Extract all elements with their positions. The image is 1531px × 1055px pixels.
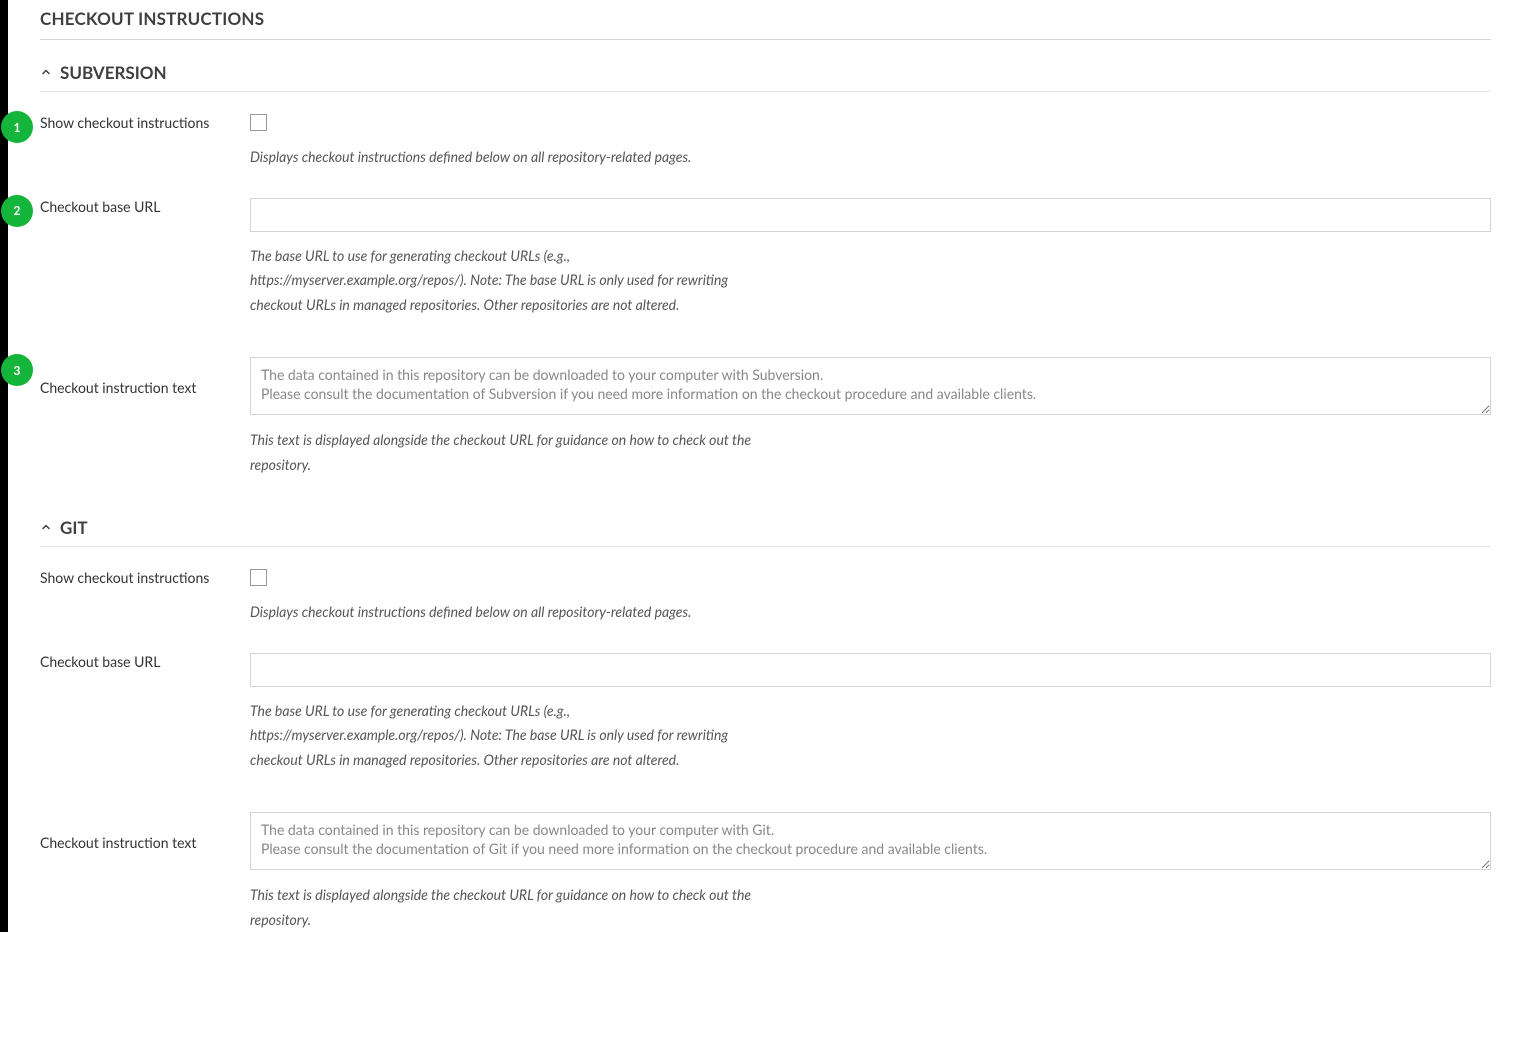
help-instructiontext-subversion: This text is displayed alongside the che…: [250, 428, 770, 477]
field-show-checkout-git: Show checkout instructions Displays chec…: [40, 569, 1491, 625]
help-show-checkout-subversion: Displays checkout instructions defined b…: [250, 145, 770, 170]
section-header-git[interactable]: GIT: [40, 517, 1491, 547]
input-baseurl-subversion[interactable]: [250, 198, 1491, 232]
help-show-checkout-git: Displays checkout instructions defined b…: [250, 600, 770, 625]
field-instructiontext-git: Checkout instruction text This text is d…: [40, 812, 1491, 932]
chevron-up-icon: [40, 521, 52, 535]
field-show-checkout-subversion: 1 Show checkout instructions Displays ch…: [40, 114, 1491, 170]
label-show-checkout: Show checkout instructions: [40, 569, 250, 625]
label-instructiontext: Checkout instruction text: [40, 812, 250, 932]
field-instructiontext-subversion: 3 Checkout instruction text This text is…: [40, 357, 1491, 477]
step-badge-2: 2: [1, 195, 33, 227]
help-instructiontext-git: This text is displayed alongside the che…: [250, 883, 770, 932]
help-baseurl-git: The base URL to use for generating check…: [250, 699, 770, 773]
input-baseurl-git[interactable]: [250, 653, 1491, 687]
help-baseurl-subversion: The base URL to use for generating check…: [250, 244, 770, 318]
step-badge-1: 1: [1, 111, 33, 143]
section-header-subversion[interactable]: SUBVERSION: [40, 62, 1491, 92]
label-show-checkout: Show checkout instructions: [40, 114, 250, 170]
page-title: CHECKOUT INSTRUCTIONS: [40, 8, 1491, 40]
section-title: SUBVERSION: [60, 62, 167, 83]
label-baseurl: Checkout base URL: [40, 198, 250, 318]
step-badge-3: 3: [1, 354, 33, 386]
label-baseurl: Checkout base URL: [40, 653, 250, 773]
field-baseurl-git: Checkout base URL The base URL to use fo…: [40, 653, 1491, 773]
label-instructiontext: Checkout instruction text: [40, 357, 250, 477]
section-title: GIT: [60, 517, 88, 538]
chevron-up-icon: [40, 66, 52, 80]
textarea-instructiontext-subversion[interactable]: [250, 357, 1491, 415]
textarea-instructiontext-git[interactable]: [250, 812, 1491, 870]
checkbox-show-checkout-git[interactable]: [250, 569, 267, 586]
checkbox-show-checkout-subversion[interactable]: [250, 114, 267, 131]
field-baseurl-subversion: 2 Checkout base URL The base URL to use …: [40, 198, 1491, 318]
